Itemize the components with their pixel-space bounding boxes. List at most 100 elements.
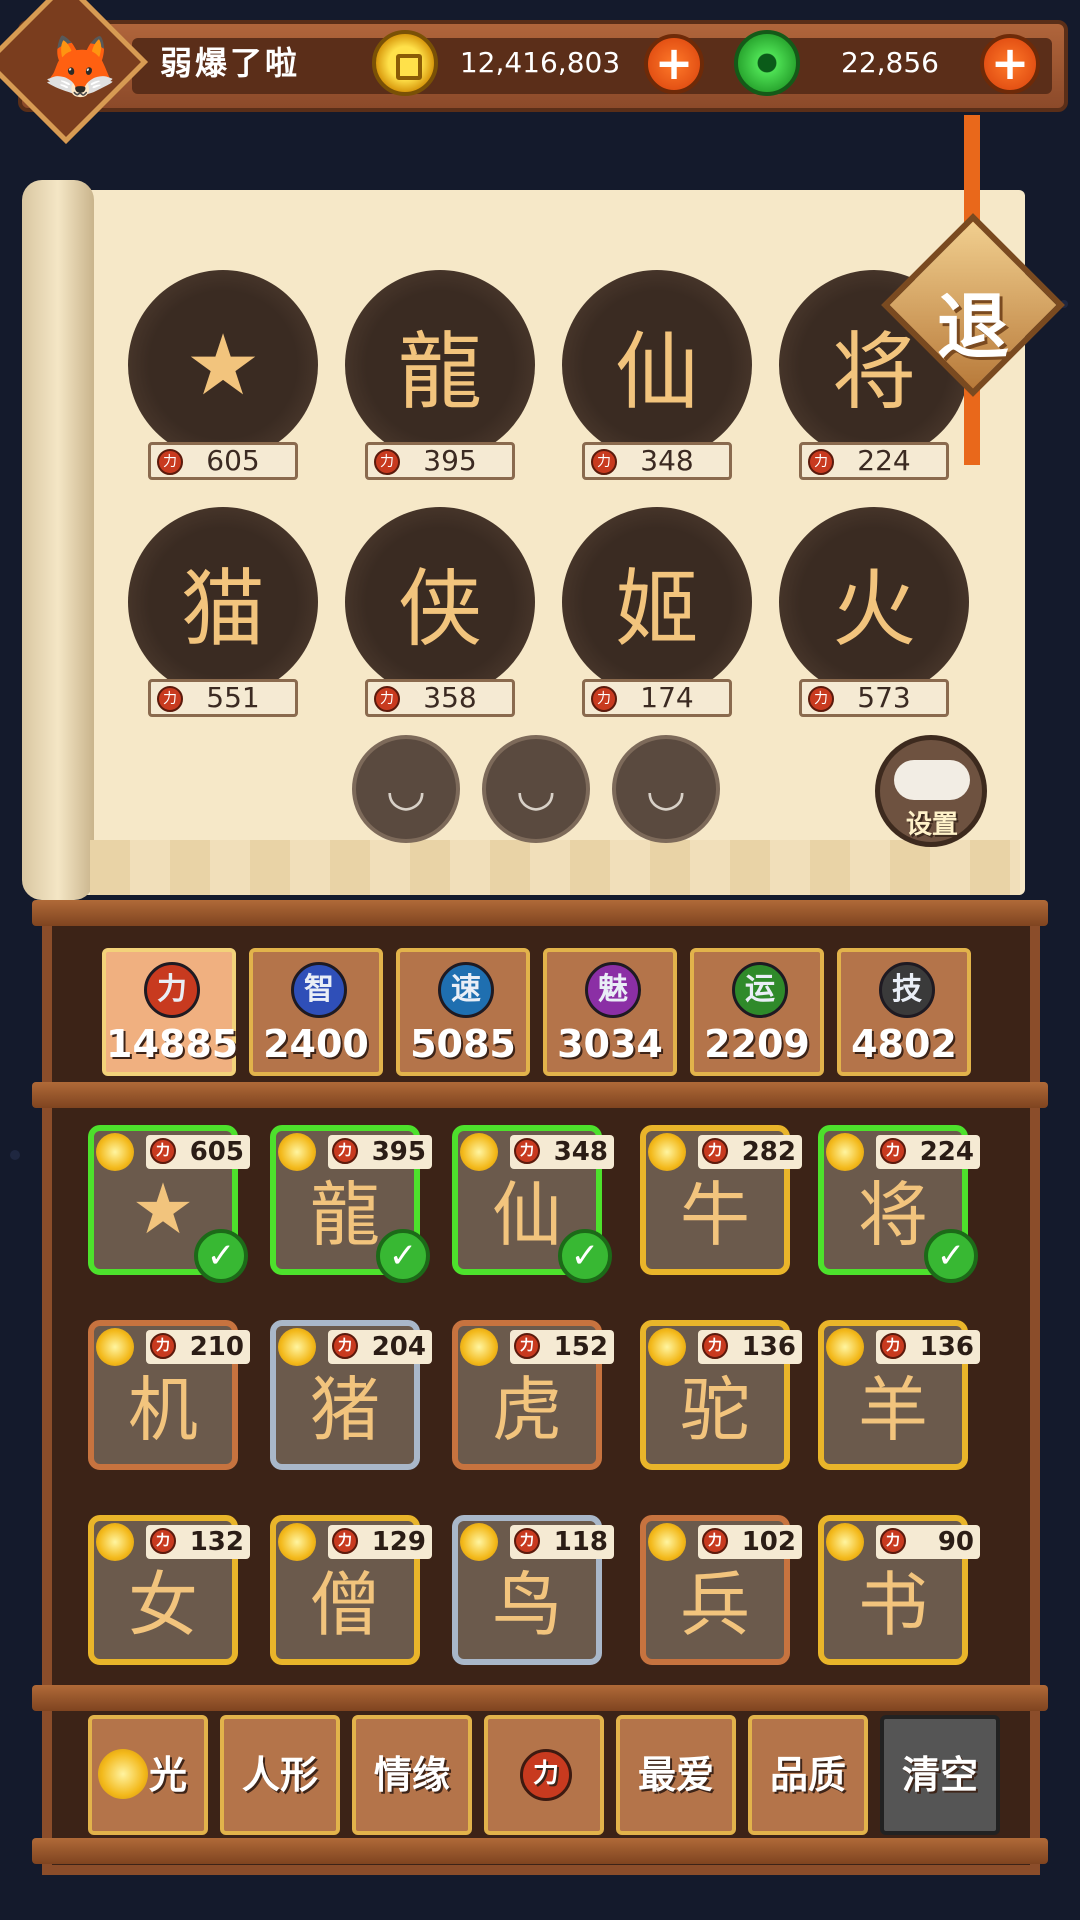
empty-slot-bowl-icon[interactable]: ◡ bbox=[352, 735, 460, 843]
settings-label: 设置 bbox=[905, 810, 958, 840]
stat-tab[interactable]: 技 4802 bbox=[837, 948, 971, 1076]
roster-hero-tile[interactable]: 龍力 395 ✓ bbox=[270, 1125, 432, 1283]
star-icon bbox=[826, 1523, 864, 1561]
filter-label: 清空 bbox=[901, 1753, 978, 1797]
roster-hero-tile[interactable]: 僧力 129 bbox=[270, 1515, 432, 1665]
filter-humanoid-button[interactable]: 人形 bbox=[220, 1715, 340, 1835]
power-icon: 力 bbox=[332, 1138, 358, 1164]
roster-hero-tile[interactable]: 猪力 204 bbox=[270, 1320, 432, 1470]
power-icon: 力 bbox=[880, 1138, 906, 1164]
power-icon: 力 bbox=[374, 449, 400, 475]
jade-amount: 22,856 bbox=[841, 46, 939, 79]
hero-power-value: 204 bbox=[371, 1332, 426, 1362]
clear-button[interactable]: 清空 bbox=[880, 1715, 1000, 1835]
add-gold-button[interactable]: + bbox=[644, 34, 704, 94]
hero-power-value: 174 bbox=[640, 681, 694, 714]
stat-glyph-icon: 智 bbox=[291, 962, 347, 1018]
roster-hero-tile[interactable]: ★ 力 605 ✓ bbox=[88, 1125, 250, 1283]
power-icon: 力 bbox=[332, 1528, 358, 1554]
roster-hero-tile[interactable]: 将力 224 ✓ bbox=[818, 1125, 980, 1283]
hero-power-value: 224 bbox=[919, 1137, 974, 1167]
power-icon: 力 bbox=[514, 1333, 540, 1359]
stat-tab[interactable]: 智 2400 bbox=[249, 948, 383, 1076]
roster-hero-tile[interactable]: 兵力 102 bbox=[640, 1515, 802, 1665]
hero-power-value: 358 bbox=[423, 681, 477, 714]
featured-hero-card[interactable]: 姬力 174 bbox=[552, 507, 762, 737]
hero-power-value: 210 bbox=[189, 1332, 244, 1362]
shelf bbox=[32, 1082, 1048, 1108]
star-icon bbox=[648, 1523, 686, 1561]
power-icon: 力 bbox=[157, 686, 183, 712]
stat-value: 4802 bbox=[851, 1022, 957, 1066]
hero-power-badge: 力 348 bbox=[510, 1135, 614, 1169]
power-icon: 力 bbox=[150, 1138, 176, 1164]
stat-glyph-icon: 技 bbox=[879, 962, 935, 1018]
stat-glyph-icon: 速 bbox=[438, 962, 494, 1018]
roster-hero-tile[interactable]: 仙力 348 ✓ bbox=[452, 1125, 614, 1283]
stat-tab[interactable]: 速 5085 bbox=[396, 948, 530, 1076]
featured-hero-card[interactable]: 龍力 395 bbox=[335, 270, 545, 500]
add-jade-button[interactable]: + bbox=[980, 34, 1040, 94]
filter-quality-button[interactable]: 品质 bbox=[748, 1715, 868, 1835]
featured-hero-card[interactable]: ★ 力 605 bbox=[118, 270, 328, 500]
hero-power-badge: 力 605 bbox=[148, 442, 298, 480]
power-icon: 力 bbox=[591, 686, 617, 712]
hero-power-value: 129 bbox=[371, 1527, 426, 1557]
hero-power-badge: 力 118 bbox=[510, 1525, 614, 1559]
featured-hero-card[interactable]: 猫力 551 bbox=[118, 507, 328, 737]
hero-power-badge: 力 605 bbox=[146, 1135, 250, 1169]
selected-check-icon: ✓ bbox=[376, 1229, 430, 1283]
filter-bond-button[interactable]: 情缘 bbox=[352, 1715, 472, 1835]
stat-tab[interactable]: 魅 3034 bbox=[543, 948, 677, 1076]
power-icon: 力 bbox=[702, 1528, 728, 1554]
power-icon: 力 bbox=[880, 1333, 906, 1359]
roster-hero-tile[interactable]: 羊力 136 bbox=[818, 1320, 980, 1470]
star-icon bbox=[826, 1133, 864, 1171]
hero-power-badge: 力 224 bbox=[799, 442, 949, 480]
filter-power-button[interactable]: 力 bbox=[484, 1715, 604, 1835]
roster-hero-tile[interactable]: 书力 90 bbox=[818, 1515, 980, 1665]
exit-label[interactable]: 退 bbox=[908, 268, 1038, 373]
filter-label: 最爱 bbox=[637, 1753, 714, 1797]
power-icon: 力 bbox=[150, 1333, 176, 1359]
roster-hero-tile[interactable]: 鸟力 118 bbox=[452, 1515, 614, 1665]
roster-hero-tile[interactable]: 驼力 136 bbox=[640, 1320, 802, 1470]
scroll-wave-border bbox=[90, 840, 1020, 895]
empty-slot-bowl-icon[interactable]: ◡ bbox=[482, 735, 590, 843]
filter-favorite-button[interactable]: 最爱 bbox=[616, 1715, 736, 1835]
stat-glyph-icon: 力 bbox=[144, 962, 200, 1018]
featured-hero-card[interactable]: 火力 573 bbox=[769, 507, 979, 737]
stat-value: 2209 bbox=[704, 1022, 810, 1066]
roster-hero-tile[interactable]: 虎力 152 bbox=[452, 1320, 614, 1470]
power-icon: 力 bbox=[514, 1138, 540, 1164]
stat-value: 3034 bbox=[557, 1022, 663, 1066]
featured-hero-card[interactable]: 侠力 358 bbox=[335, 507, 545, 737]
star-icon bbox=[96, 1133, 134, 1171]
power-icon: 力 bbox=[157, 449, 183, 475]
roster-hero-tile[interactable]: 牛力 282 bbox=[640, 1125, 802, 1275]
empty-slot-bowl-icon[interactable]: ◡ bbox=[612, 735, 720, 843]
selected-check-icon: ✓ bbox=[194, 1229, 248, 1283]
settings-button[interactable]: 设置 bbox=[875, 735, 987, 847]
roster-hero-tile[interactable]: 女力 132 bbox=[88, 1515, 250, 1665]
hero-portrait: 猫 bbox=[128, 507, 318, 697]
filter-light-button[interactable]: 光 bbox=[88, 1715, 208, 1835]
filter-label: 人形 bbox=[241, 1753, 318, 1797]
gold-amount: 12,416,803 bbox=[459, 46, 621, 79]
star-icon bbox=[826, 1328, 864, 1366]
star-icon bbox=[278, 1133, 316, 1171]
featured-hero-card[interactable]: 仙力 348 bbox=[552, 270, 762, 500]
filter-label: 情缘 bbox=[373, 1753, 450, 1797]
hero-power-badge: 力 152 bbox=[510, 1330, 614, 1364]
stat-tab[interactable]: 力 14885 bbox=[102, 948, 238, 1076]
power-icon: 力 bbox=[591, 449, 617, 475]
hero-power-badge: 力 551 bbox=[148, 679, 298, 717]
roster-hero-tile[interactable]: 机力 210 bbox=[88, 1320, 250, 1470]
stat-tab[interactable]: 运 2209 bbox=[690, 948, 824, 1076]
hero-power-value: 118 bbox=[553, 1527, 608, 1557]
shelf bbox=[32, 1685, 1048, 1711]
power-icon: 力 bbox=[514, 1528, 540, 1554]
stat-glyph-icon: 魅 bbox=[585, 962, 641, 1018]
fox-mask-icon[interactable]: 🦊 bbox=[30, 16, 130, 116]
hero-power-value: 132 bbox=[189, 1527, 244, 1557]
